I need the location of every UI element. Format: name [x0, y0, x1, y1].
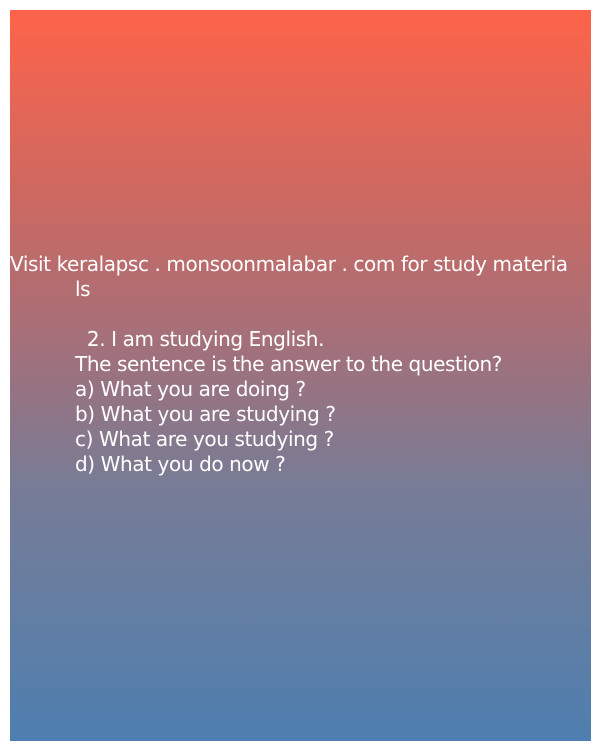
option-b: b) What you are studying ? — [75, 402, 336, 426]
option-c: c) What are you studying ? — [75, 427, 334, 451]
question-sentence: 2. I am studying English. — [75, 327, 325, 351]
option-a: a) What you are doing ? — [75, 377, 306, 401]
source-line-continued: ls — [75, 277, 91, 301]
option-d: d) What you do now ? — [75, 452, 286, 476]
question-prompt: The sentence is the answer to the questi… — [75, 352, 502, 376]
question-text-block: Visit keralapsc . monsoonmalabar . com f… — [10, 252, 591, 477]
question-card: Visit keralapsc . monsoonmalabar . com f… — [10, 10, 591, 741]
source-line: Visit keralapsc . monsoonmalabar . com f… — [10, 252, 568, 276]
